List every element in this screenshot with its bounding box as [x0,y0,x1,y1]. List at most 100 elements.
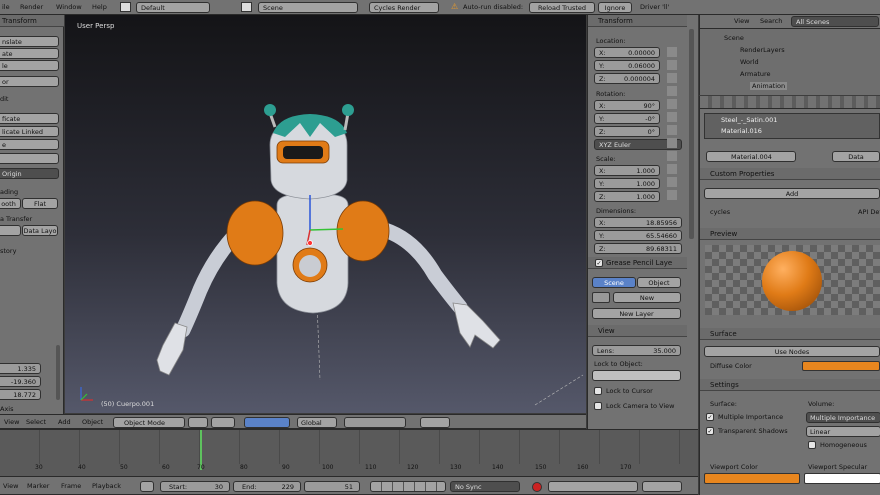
orientation-select[interactable]: Global [297,417,337,428]
diffuse-color-swatch[interactable] [802,361,880,371]
layout-select[interactable]: Default [136,2,210,13]
data-button[interactable] [0,225,21,236]
menu-help[interactable]: Help [92,1,107,13]
lock-cursor-checkbox[interactable] [594,387,602,395]
mirror-button[interactable]: or [0,76,59,87]
current-frame-field[interactable]: 51 [304,481,360,492]
add-property-button[interactable]: Add [704,188,880,199]
robot-model[interactable] [65,15,586,413]
last-op-value-1[interactable]: 1.335 [0,363,41,374]
timeline-frame-menu[interactable]: Frame [61,480,81,492]
view-menu[interactable]: View [4,416,19,428]
set-origin-select[interactable]: Origin [0,168,59,179]
custom-properties-header[interactable]: Custom Properties [700,168,880,180]
object-tab[interactable]: Object [637,277,681,288]
delete-button[interactable]: e [0,139,59,150]
pencil-icon[interactable] [592,292,610,303]
scale-x[interactable]: X: 1.000 [594,165,660,176]
rotation-y[interactable]: Y: -0° [594,113,660,124]
keying-set-field[interactable] [548,481,638,492]
new-gp-button[interactable]: New [613,292,681,303]
scale-z[interactable]: Z: 1.000 [594,191,660,202]
select-menu[interactable]: Select [26,416,46,428]
dimension-y[interactable]: Y: 65.54660 [594,230,682,241]
timeline-marker-menu[interactable]: Marker [27,480,49,492]
reload-trusted-button[interactable]: Reload Trusted [529,2,595,13]
use-nodes-button[interactable]: Use Nodes [704,346,880,357]
preview-range-toggle[interactable] [140,481,154,492]
material-slot-list[interactable]: Steel_-_Satin.001 Material.016 [704,113,880,139]
start-frame-field[interactable]: Start: 30 [160,481,230,492]
manipulator-toggle[interactable] [244,417,290,428]
new-layer-button[interactable]: New Layer [592,308,681,319]
material-name-field[interactable]: Material.004 [706,151,796,162]
viewport-specular-swatch[interactable] [804,473,880,484]
snap-toggle[interactable] [420,417,450,428]
data-layout-button[interactable]: Data Layo [22,225,58,236]
end-frame-field[interactable]: End: 229 [233,481,301,492]
playback-controls[interactable] [370,481,446,492]
menu-render[interactable]: Render [20,1,43,13]
outliner-item-scene[interactable]: Scene [724,34,744,42]
outliner-item-animation[interactable]: Animation [750,82,788,90]
outliner-search-menu[interactable]: Search [760,15,782,27]
smooth-button[interactable]: ooth [0,198,21,209]
properties-tabs[interactable] [700,96,880,109]
layers-grid[interactable] [344,417,406,428]
last-op-value-2[interactable]: -19.360 [0,376,41,387]
material-slot-2[interactable]: Material.016 [721,127,762,135]
tool-shelf-scrollbar[interactable] [56,345,60,400]
location-y[interactable]: Y: 0.06000 [594,60,660,71]
lock-icons-column[interactable] [667,47,677,200]
preview-header[interactable]: Preview [700,228,880,240]
material-slot-1[interactable]: Steel_-_Satin.001 [721,116,777,124]
pivot-select[interactable] [211,417,235,428]
join-button[interactable] [0,153,59,164]
ignore-button[interactable]: Ignore [598,2,632,13]
shading-select[interactable] [188,417,208,428]
surface-header[interactable]: Surface [700,328,880,340]
material-data-link[interactable]: Data [832,151,880,162]
dimension-x[interactable]: X: 18.85956 [594,217,682,228]
layout-icon[interactable] [120,2,131,12]
view-header[interactable]: View [588,325,687,337]
origin-point[interactable] [307,240,313,246]
outliner-item-renderlayers[interactable]: RenderLayers [740,46,785,54]
translate-button[interactable]: nslate [0,36,59,47]
add-menu[interactable]: Add [58,416,71,428]
rotate-button[interactable]: ate [0,48,59,59]
duplicate-linked-button[interactable]: licate Linked [0,126,59,137]
grease-pencil-checkbox[interactable]: ✓ [595,259,603,267]
location-x[interactable]: X: 0.00000 [594,47,660,58]
sync-mode-select[interactable]: No Sync [450,481,520,492]
multiple-importance-checkbox[interactable]: ✓ [706,413,714,421]
outliner-item-armature[interactable]: Armature [740,70,771,78]
rotation-x[interactable]: X: 90° [594,100,660,111]
object-menu[interactable]: Object [82,416,103,428]
volume-sampling-select[interactable]: Multiple Importance [806,412,880,423]
dimension-z[interactable]: Z: 89.68311 [594,243,682,254]
outliner-item-world[interactable]: World [740,58,759,66]
viewport-color-swatch[interactable] [704,473,800,484]
duplicate-button[interactable]: ficate [0,113,59,124]
mode-select[interactable]: Object Mode [113,417,185,428]
timeline-playback-menu[interactable]: Playback [92,480,121,492]
timeline-view-menu[interactable]: View [3,480,18,492]
lock-camera-checkbox[interactable] [594,402,602,410]
homogeneous-checkbox[interactable] [808,441,816,449]
menu-window[interactable]: Window [56,1,82,13]
npanel-scrollbar[interactable] [689,29,694,239]
scene-tab[interactable]: Scene [592,277,636,288]
settings-header[interactable]: Settings [700,379,880,391]
scale-y[interactable]: Y: 1.000 [594,178,660,189]
lens-field[interactable]: Lens: 35.000 [592,345,681,356]
menu-file[interactable]: ile [2,1,10,13]
scene-select[interactable]: Scene [258,2,358,13]
scene-icon[interactable] [241,2,252,12]
lock-object-field[interactable] [592,370,681,381]
flat-button[interactable]: Flat [22,198,58,209]
volume-interpolation-select[interactable]: Linear [806,426,880,437]
record-button[interactable] [532,482,542,492]
last-op-value-3[interactable]: 18.772 [0,389,41,400]
location-z[interactable]: Z: 0.000004 [594,73,660,84]
